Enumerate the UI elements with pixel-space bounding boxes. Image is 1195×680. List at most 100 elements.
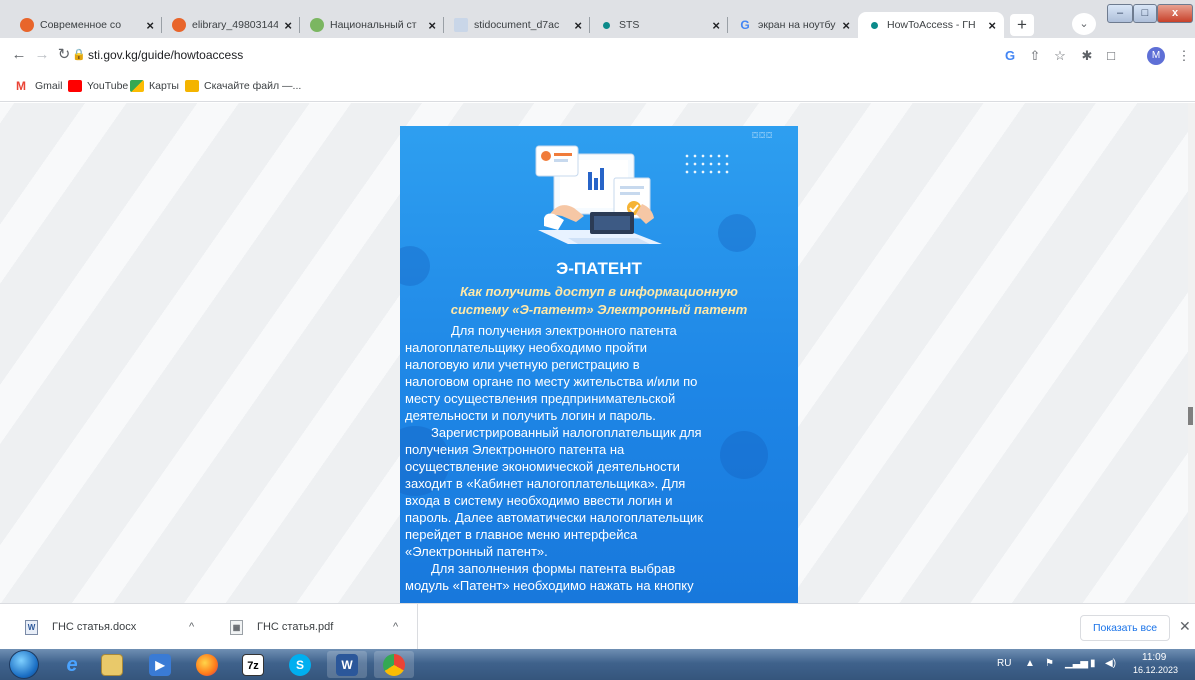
clock-date[interactable]: 16.12.2023 <box>1133 665 1178 675</box>
bookmark-label: Карты <box>149 80 179 92</box>
tab-favicon-icon <box>310 18 324 32</box>
download-filename: ГНС статья.pdf <box>257 621 334 633</box>
tab-close-icon[interactable]: × <box>842 18 850 33</box>
side-panel-icon[interactable]: □ <box>1101 46 1121 66</box>
tab-favicon-icon <box>454 18 468 32</box>
menu-kebab-icon[interactable]: ⋮ <box>1174 46 1194 66</box>
poster-body-line: Для получения электронного патента <box>451 323 677 338</box>
new-tab-button[interactable]: + <box>1010 14 1034 36</box>
scrollbar-thumb[interactable] <box>1188 407 1193 425</box>
show-hidden-icons-icon[interactable]: ▲ <box>1025 658 1035 669</box>
tab-close-icon[interactable]: × <box>712 18 720 33</box>
poster-body-line: заходит в «Кабинет налогоплательщика». Д… <box>405 476 686 491</box>
tab-favicon-icon <box>20 18 34 32</box>
decor-circle <box>720 431 768 479</box>
close-window-button[interactable]: x <box>1157 4 1193 23</box>
pdf-file-icon: ▦ <box>230 619 243 635</box>
show-all-button[interactable]: Показать все <box>1080 615 1170 641</box>
extensions-icon[interactable]: ✱ <box>1077 46 1097 66</box>
taskbar-ie[interactable]: e <box>52 651 92 678</box>
forward-icon[interactable]: → <box>31 44 53 66</box>
profile-avatar[interactable]: M <box>1147 47 1165 65</box>
maps-icon <box>130 80 144 92</box>
taskbar-media-player[interactable]: ▶ <box>140 651 180 678</box>
bookmark-gmail[interactable]: M Gmail <box>16 80 62 92</box>
tab-1[interactable]: elibrary_49803144 × <box>162 12 300 38</box>
tab-title: STS <box>619 19 640 31</box>
bookmark-youtube[interactable]: YouTube <box>68 80 128 92</box>
taskbar-word[interactable]: W <box>327 651 367 678</box>
internet-explorer-icon: e <box>66 653 78 676</box>
e-patent-poster: ⛋⛋⛋ Э-ПАТЕНТ Как получить доступ в инфор… <box>400 126 798 603</box>
tab-5[interactable]: G экран на ноутбук × <box>728 12 858 38</box>
battery-icon[interactable]: ▮ <box>1090 658 1096 669</box>
tab-title: экран на ноутбук <box>758 19 837 31</box>
google-icon: G <box>740 18 750 32</box>
download-item-pdf[interactable]: ▦ ГНС статья.pdf ^ <box>230 604 410 650</box>
taskbar-7zip[interactable]: 7z <box>233 651 273 678</box>
word-file-icon: W <box>25 619 38 635</box>
page-content: ⛋⛋⛋ Э-ПАТЕНТ Как получить доступ в инфор… <box>0 103 1195 603</box>
media-player-icon: ▶ <box>149 653 171 676</box>
poster-body-line: Зарегистрированный налогоплательщик для <box>431 425 702 440</box>
poster-subtitle-line: Как получить доступ в информационную <box>460 284 738 299</box>
decor-circle <box>718 214 756 252</box>
share-icon[interactable]: ⇧ <box>1025 46 1045 66</box>
browser-toolbar: ← → ↻ 🔒 sti.gov.kg/guide/howtoaccess G ⇧… <box>0 38 1195 72</box>
tab-3[interactable]: stidocument_d7ac × <box>444 12 590 38</box>
download-divider <box>417 604 418 650</box>
tab-favicon-icon <box>871 21 878 29</box>
bookmark-label: Gmail <box>35 80 63 92</box>
bookmark-star-icon[interactable]: ☆ <box>1050 46 1070 66</box>
tab-strip: Современное со × elibrary_49803144 × Нац… <box>0 0 1195 38</box>
maximize-button[interactable]: □ <box>1133 4 1157 23</box>
close-download-bar-icon[interactable]: ✕ <box>1179 618 1191 635</box>
minimize-button[interactable]: – <box>1107 4 1133 23</box>
chrome-icon <box>383 653 405 676</box>
poster-body-line: получения Электронного патента на <box>405 442 625 457</box>
tab-0[interactable]: Современное со × <box>10 12 162 38</box>
volume-icon[interactable]: ◀) <box>1105 658 1116 669</box>
tab-search-button[interactable]: ⌄ <box>1072 13 1096 35</box>
gmail-icon: M <box>16 79 26 93</box>
taskbar-explorer[interactable] <box>92 651 132 678</box>
taskbar-chrome[interactable] <box>374 651 414 678</box>
tab-title: Национальный ст <box>330 19 417 31</box>
bookmark-maps[interactable]: Карты <box>130 80 179 92</box>
page-scrollbar[interactable] <box>1188 103 1195 603</box>
chevron-up-icon[interactable]: ^ <box>393 621 398 633</box>
tab-close-icon[interactable]: × <box>574 18 582 33</box>
tab-close-icon[interactable]: × <box>284 18 292 33</box>
lock-icon[interactable]: 🔒 <box>72 48 86 61</box>
poster-body-line: «Электронный патент». <box>405 544 548 559</box>
download-bar: W ГНС статья.docx ^ ▦ ГНС статья.pdf ^ П… <box>0 603 1195 650</box>
tab-4[interactable]: STS × <box>590 12 728 38</box>
tab-title: HowToAccess - ГН <box>887 19 976 31</box>
bookmark-download-file[interactable]: Скачайте файл —... <box>185 80 301 92</box>
tab-6-active[interactable]: HowToAccess - ГН × <box>858 12 1004 38</box>
tab-close-icon[interactable]: × <box>146 18 154 33</box>
poster-title: Э-ПАТЕНТ <box>556 259 642 278</box>
tab-title: Современное со <box>40 19 122 31</box>
google-lens-icon[interactable]: G <box>1000 46 1020 66</box>
file-explorer-icon <box>101 653 123 676</box>
tab-close-icon[interactable]: × <box>428 18 436 33</box>
action-center-flag-icon[interactable]: ⚑ <box>1045 658 1054 669</box>
address-bar[interactable]: sti.gov.kg/guide/howtoaccess <box>88 48 243 62</box>
tab-close-icon[interactable]: × <box>988 18 996 33</box>
taskbar-firefox[interactable] <box>187 651 227 678</box>
chevron-up-icon[interactable]: ^ <box>189 621 194 633</box>
tab-2[interactable]: Национальный ст × <box>300 12 444 38</box>
back-icon[interactable]: ← <box>8 44 30 66</box>
tab-favicon-icon <box>172 18 186 32</box>
language-indicator[interactable]: RU <box>997 658 1011 669</box>
dots-pattern <box>683 152 731 176</box>
poster-body-line: Для заполнения формы патента выбрав <box>431 561 676 576</box>
taskbar-skype[interactable]: S <box>280 651 320 678</box>
clock-time[interactable]: 11:09 <box>1142 652 1166 663</box>
start-button[interactable] <box>9 650 39 679</box>
download-item-docx[interactable]: W ГНС статья.docx ^ <box>25 604 205 650</box>
bookmark-label: YouTube <box>87 80 129 92</box>
network-signal-icon[interactable]: ▁▃▅ <box>1065 658 1088 669</box>
word-icon: W <box>336 653 358 676</box>
